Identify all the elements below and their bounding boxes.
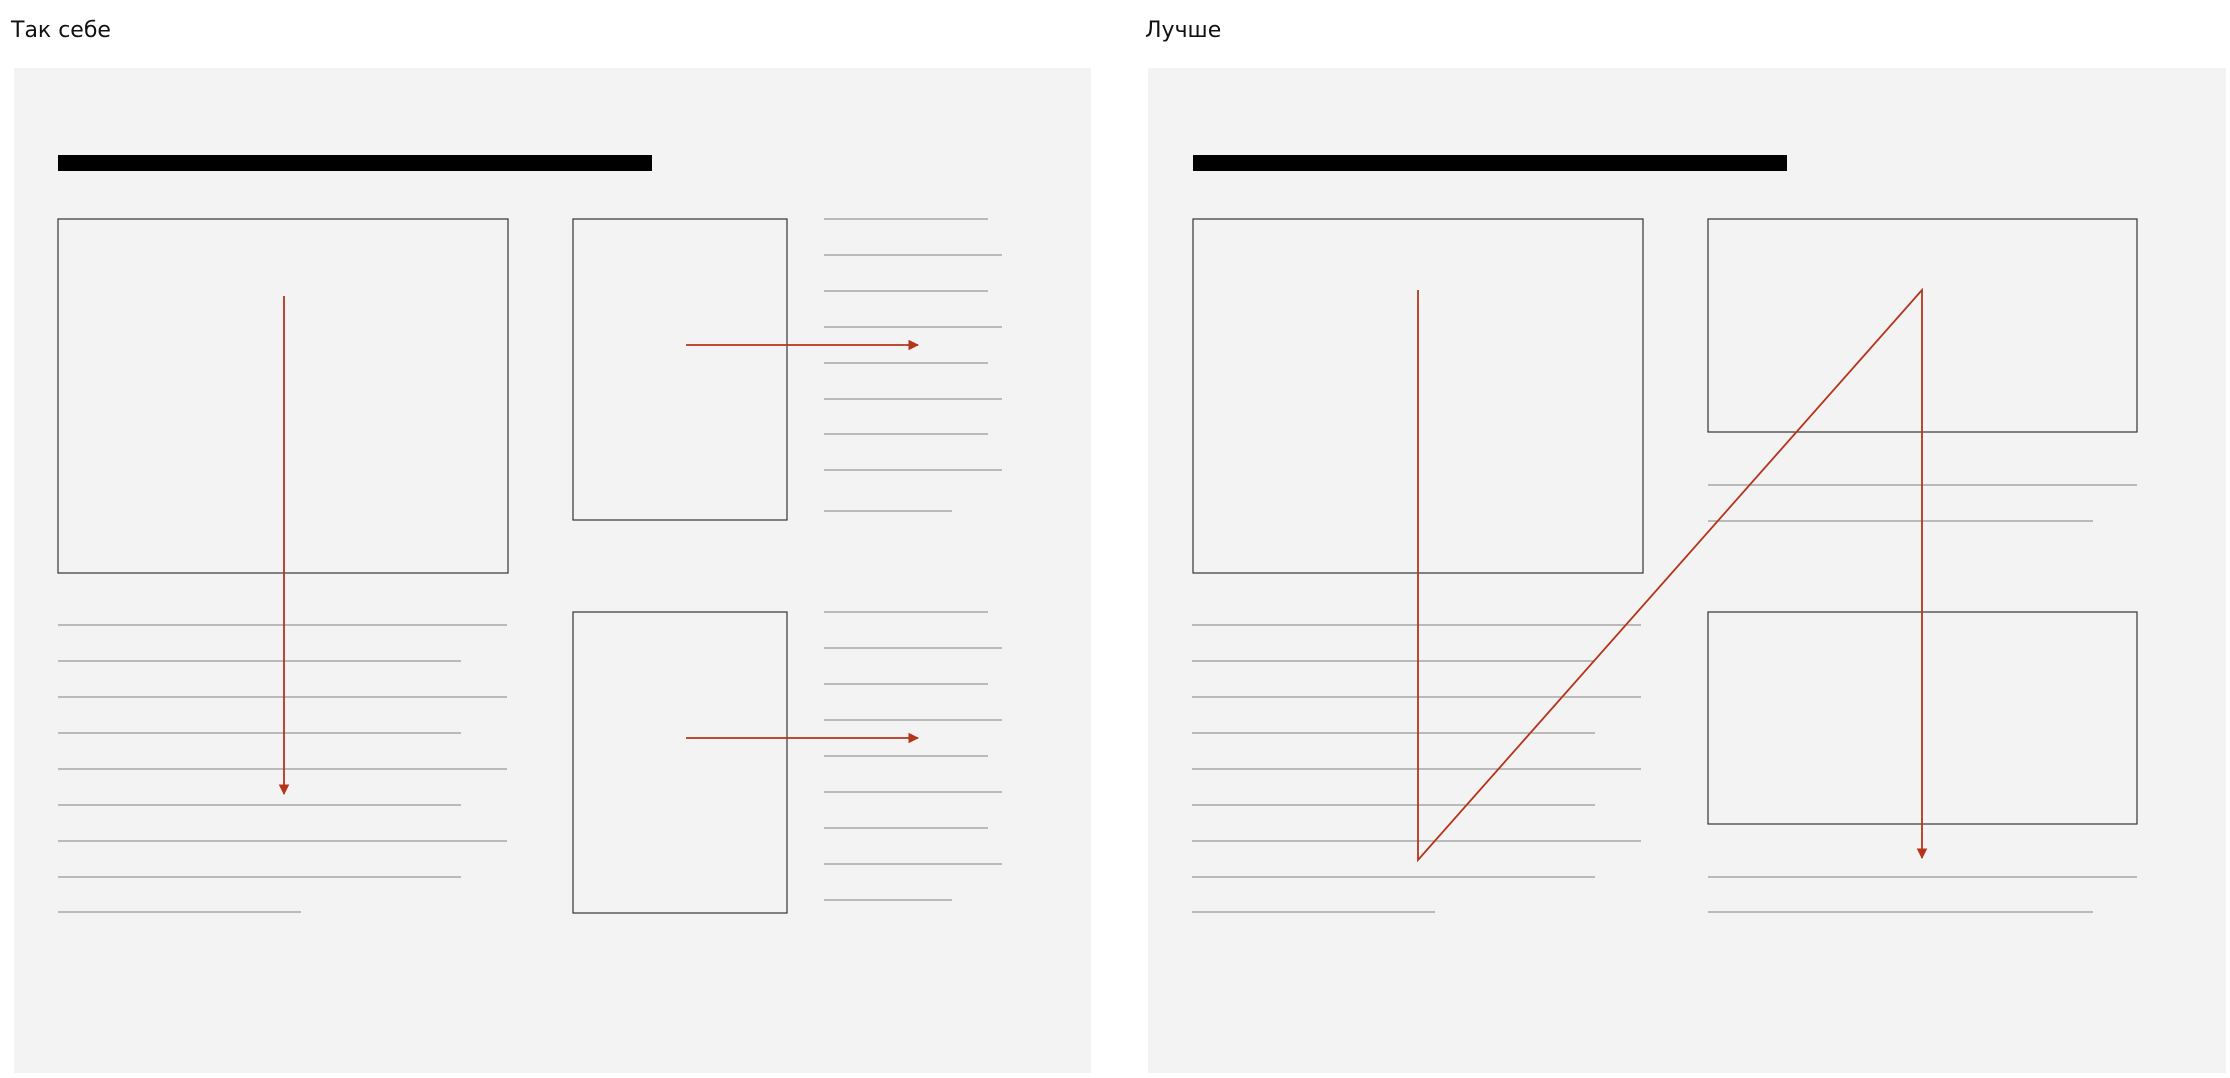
right-heading-bar [1193,155,1787,171]
left-panel [14,68,1091,1073]
left-heading-bar [58,155,652,171]
layout-comparison-diagram [14,68,2226,1073]
right-panel [1148,68,2226,1073]
